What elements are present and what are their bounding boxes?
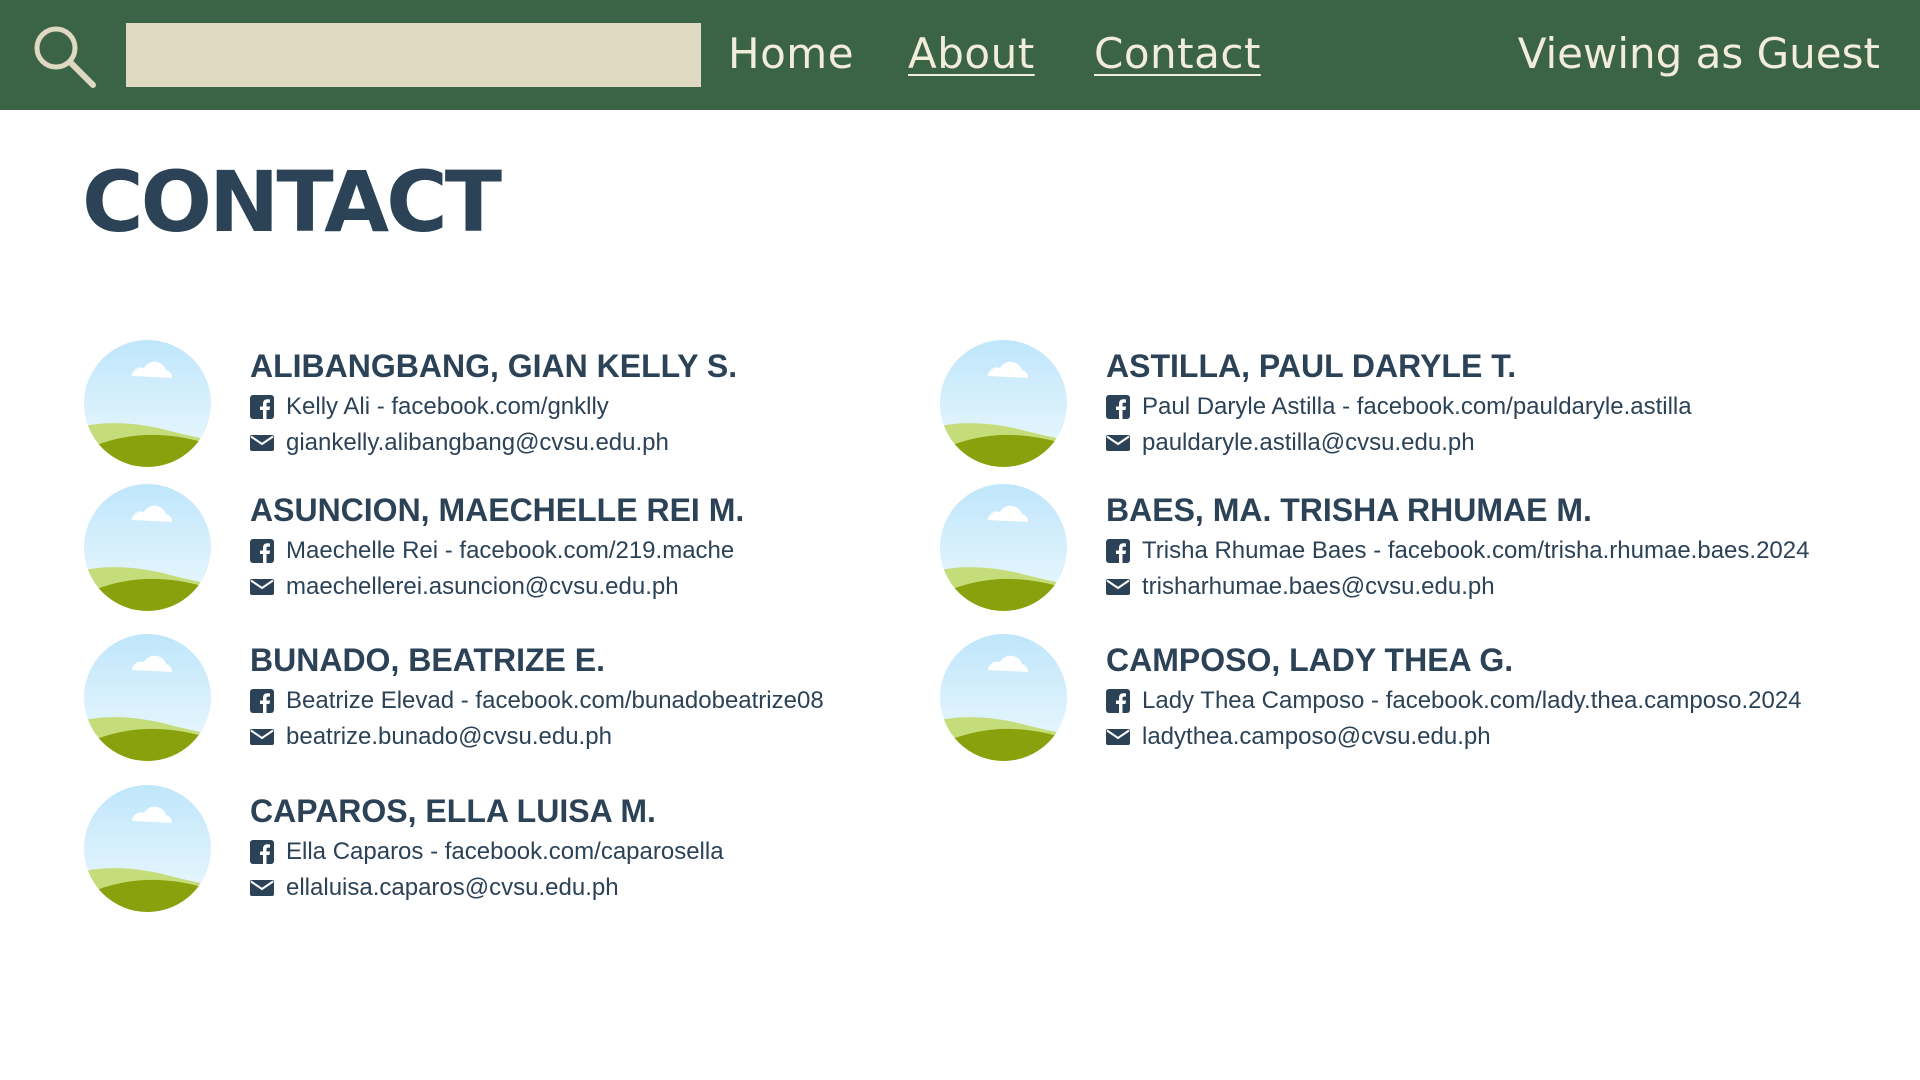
contact-card: ASUNCION, MAECHELLE REI M. Maechelle Rei… [84,484,934,614]
avatar [84,785,211,912]
email-link[interactable]: beatrize.bunado@cvsu.edu.ph [286,723,612,751]
contact-card: ALIBANGBANG, GIAN KELLY S. Kelly Ali - f… [84,340,934,470]
email-link[interactable]: pauldaryle.astilla@cvsu.edu.ph [1142,429,1475,457]
contact-list: ALIBANGBANG, GIAN KELLY S. Kelly Ali - f… [0,0,1920,1080]
email-link[interactable]: ellaluisa.caparos@cvsu.edu.ph [286,874,619,902]
contact-card: CAPAROS, ELLA LUISA M. Ella Caparos - fa… [84,785,934,915]
facebook-icon [250,689,274,713]
facebook-link[interactable]: Lady Thea Camposo - facebook.com/lady.th… [1142,687,1802,715]
envelope-icon [1106,725,1130,749]
contact-name: CAMPOSO, LADY THEA G. [1106,642,1514,678]
contact-card: BAES, MA. TRISHA RHUMAE M. Trisha Rhumae… [940,484,1809,614]
envelope-icon [250,575,274,599]
envelope-icon [250,876,274,900]
contact-name: CAPAROS, ELLA LUISA M. [250,793,656,829]
facebook-icon [250,395,274,419]
contact-name: BUNADO, BEATRIZE E. [250,642,605,678]
envelope-icon [250,725,274,749]
avatar [84,634,211,761]
avatar [940,340,1067,467]
contact-name: ASUNCION, MAECHELLE REI M. [250,492,745,528]
email-link[interactable]: trisharhumae.baes@cvsu.edu.ph [1142,573,1495,601]
contact-card: ASTILLA, PAUL DARYLE T. Paul Daryle Asti… [940,340,1790,470]
contact-name: ASTILLA, PAUL DARYLE T. [1106,348,1517,384]
facebook-icon [1106,689,1130,713]
avatar [940,634,1067,761]
email-link[interactable]: maechellerei.asuncion@cvsu.edu.ph [286,573,679,601]
facebook-icon [1106,395,1130,419]
envelope-icon [1106,575,1130,599]
contact-card: BUNADO, BEATRIZE E. Beatrize Elevad - fa… [84,634,934,764]
facebook-link[interactable]: Paul Daryle Astilla - facebook.com/pauld… [1142,393,1692,421]
email-link[interactable]: giankelly.alibangbang@cvsu.edu.ph [286,429,669,457]
email-link[interactable]: ladythea.camposo@cvsu.edu.ph [1142,723,1491,751]
facebook-icon [250,539,274,563]
avatar [84,484,211,611]
envelope-icon [1106,431,1130,455]
contact-name: ALIBANGBANG, GIAN KELLY S. [250,348,738,384]
facebook-icon [1106,539,1130,563]
facebook-link[interactable]: Beatrize Elevad - facebook.com/bunadobea… [286,687,824,715]
contact-name: BAES, MA. TRISHA RHUMAE M. [1106,492,1592,528]
avatar [940,484,1067,611]
envelope-icon [250,431,274,455]
facebook-link[interactable]: Kelly Ali - facebook.com/gnklly [286,393,609,421]
facebook-icon [250,840,274,864]
facebook-link[interactable]: Maechelle Rei - facebook.com/219.mache [286,537,734,565]
contact-card: CAMPOSO, LADY THEA G. Lady Thea Camposo … [940,634,1802,764]
facebook-link[interactable]: Ella Caparos - facebook.com/caparosella [286,838,724,866]
facebook-link[interactable]: Trisha Rhumae Baes - facebook.com/trisha… [1142,537,1809,565]
avatar [84,340,211,467]
